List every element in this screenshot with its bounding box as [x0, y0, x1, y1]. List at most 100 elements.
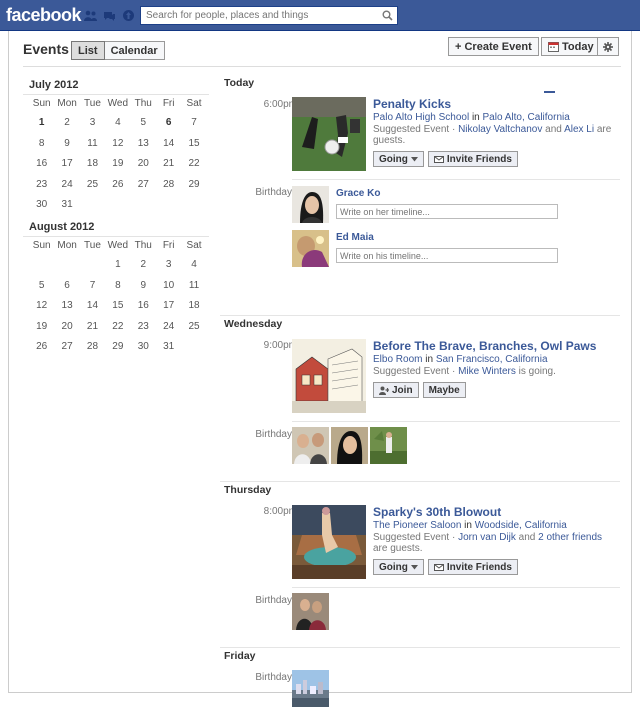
calendar-day[interactable]: 4 [181, 255, 206, 276]
city-link[interactable]: San Francisco, California [436, 354, 548, 365]
calendar-day[interactable]: 15 [105, 296, 130, 317]
event-photo[interactable] [292, 97, 366, 171]
maybe-button[interactable]: Maybe [422, 382, 466, 398]
search-icon[interactable] [382, 10, 393, 24]
calendar-day[interactable]: 30 [29, 195, 54, 216]
calendar-day[interactable]: 8 [105, 276, 130, 297]
settings-button[interactable] [597, 37, 619, 56]
calendar-day[interactable]: 18 [80, 154, 105, 175]
event-photo[interactable] [292, 339, 366, 413]
create-event-button[interactable]: + Create Event [448, 37, 539, 56]
calendar-day[interactable]: 31 [54, 195, 79, 216]
facebook-logo[interactable]: facebook [6, 5, 82, 26]
notifications-icon[interactable] [122, 9, 135, 22]
calendar-day[interactable]: 26 [29, 337, 54, 358]
city-link[interactable]: Woodside, California [475, 520, 567, 531]
calendar-day[interactable]: 13 [131, 134, 156, 155]
venue-link[interactable]: Palo Alto High School [373, 112, 469, 123]
friend-link[interactable]: 2 other friends [538, 532, 602, 543]
calendar-day[interactable]: 28 [156, 175, 181, 196]
calendar-day[interactable]: 7 [80, 276, 105, 297]
calendar-day[interactable]: 21 [156, 154, 181, 175]
calendar-day[interactable]: 2 [131, 255, 156, 276]
event-title-link[interactable]: Sparky's 30th Blowout [373, 505, 501, 519]
calendar-day[interactable]: 25 [181, 317, 206, 338]
calendar-day[interactable]: 12 [105, 134, 130, 155]
calendar-day[interactable]: 19 [29, 317, 54, 338]
city-link[interactable]: Palo Alto, California [483, 112, 570, 123]
calendar-day[interactable]: 10 [156, 276, 181, 297]
calendar-day[interactable]: 27 [131, 175, 156, 196]
avatar[interactable] [292, 593, 329, 630]
calendar-day[interactable]: 8 [29, 134, 54, 155]
friend-link[interactable]: Mike Winters [458, 366, 516, 377]
calendar-day[interactable]: 31 [156, 337, 181, 358]
search-input[interactable] [141, 7, 377, 24]
calendar-day[interactable]: 14 [156, 134, 181, 155]
going-dropdown-button[interactable]: Going [373, 559, 424, 575]
calendar-day[interactable]: 6 [54, 276, 79, 297]
calendar-day[interactable]: 21 [80, 317, 105, 338]
event-photo[interactable] [292, 505, 366, 579]
invite-friends-button[interactable]: Invite Friends [427, 559, 518, 575]
calendar-day[interactable]: 2 [54, 113, 79, 134]
calendar-day[interactable]: 20 [54, 317, 79, 338]
calendar-day[interactable]: 17 [156, 296, 181, 317]
calendar-day[interactable]: 27 [54, 337, 79, 358]
avatar[interactable] [331, 427, 368, 464]
calendar-day[interactable]: 14 [80, 296, 105, 317]
friend-link[interactable]: Jorn van Dijk [458, 532, 516, 543]
calendar-day[interactable]: 6 [156, 113, 181, 134]
calendar-day[interactable]: 17 [54, 154, 79, 175]
calendar-day[interactable]: 13 [54, 296, 79, 317]
messages-icon[interactable] [103, 9, 116, 22]
calendar-day[interactable]: 5 [131, 113, 156, 134]
calendar-day[interactable]: 11 [181, 276, 206, 297]
calendar-day[interactable]: 24 [156, 317, 181, 338]
calendar-day[interactable]: 12 [29, 296, 54, 317]
calendar-day[interactable]: 29 [105, 337, 130, 358]
friend-link[interactable]: Nikolay Valtchanov [458, 124, 542, 135]
calendar-day[interactable]: 4 [105, 113, 130, 134]
avatar[interactable] [292, 427, 329, 464]
calendar-day[interactable]: 19 [105, 154, 130, 175]
calendar-day[interactable]: 11 [80, 134, 105, 155]
calendar-day[interactable]: 22 [105, 317, 130, 338]
birthday-name-link[interactable]: Grace Ko [336, 188, 380, 199]
calendar-day[interactable]: 1 [105, 255, 130, 276]
birthday-name-link[interactable]: Ed Maia [336, 232, 374, 243]
join-button[interactable]: Join [373, 382, 419, 398]
calendar-day[interactable]: 16 [131, 296, 156, 317]
calendar-day[interactable]: 20 [131, 154, 156, 175]
venue-link[interactable]: Elbo Room [373, 354, 422, 365]
calendar-day[interactable]: 7 [181, 113, 206, 134]
calendar-day[interactable]: 16 [29, 154, 54, 175]
event-title-link[interactable]: Penalty Kicks [373, 97, 451, 111]
today-button[interactable]: Today [541, 37, 601, 56]
calendar-day[interactable]: 9 [54, 134, 79, 155]
calendar-day[interactable]: 25 [80, 175, 105, 196]
calendar-day[interactable]: 15 [181, 134, 206, 155]
calendar-day[interactable]: 28 [80, 337, 105, 358]
calendar-day[interactable]: 30 [131, 337, 156, 358]
calendar-day[interactable]: 18 [181, 296, 206, 317]
calendar-day[interactable]: 22 [181, 154, 206, 175]
avatar[interactable] [292, 230, 329, 267]
calendar-day[interactable]: 23 [29, 175, 54, 196]
invite-friends-button[interactable]: Invite Friends [427, 151, 518, 167]
calendar-day[interactable]: 5 [29, 276, 54, 297]
calendar-day[interactable]: 1 [29, 113, 54, 134]
calendar-day[interactable]: 3 [80, 113, 105, 134]
avatar[interactable] [292, 670, 329, 707]
tab-calendar[interactable]: Calendar [104, 41, 165, 60]
avatar[interactable] [370, 427, 407, 464]
calendar-day[interactable]: 29 [181, 175, 206, 196]
event-title-link[interactable]: Before The Brave, Branches, Owl Paws [373, 339, 596, 353]
timeline-post-input[interactable] [336, 248, 558, 263]
friend-link[interactable]: Alex Li [564, 124, 594, 135]
venue-link[interactable]: The Pioneer Saloon [373, 520, 461, 531]
friend-requests-icon[interactable] [84, 9, 97, 22]
timeline-post-input[interactable] [336, 204, 558, 219]
calendar-day[interactable]: 26 [105, 175, 130, 196]
calendar-day[interactable]: 9 [131, 276, 156, 297]
